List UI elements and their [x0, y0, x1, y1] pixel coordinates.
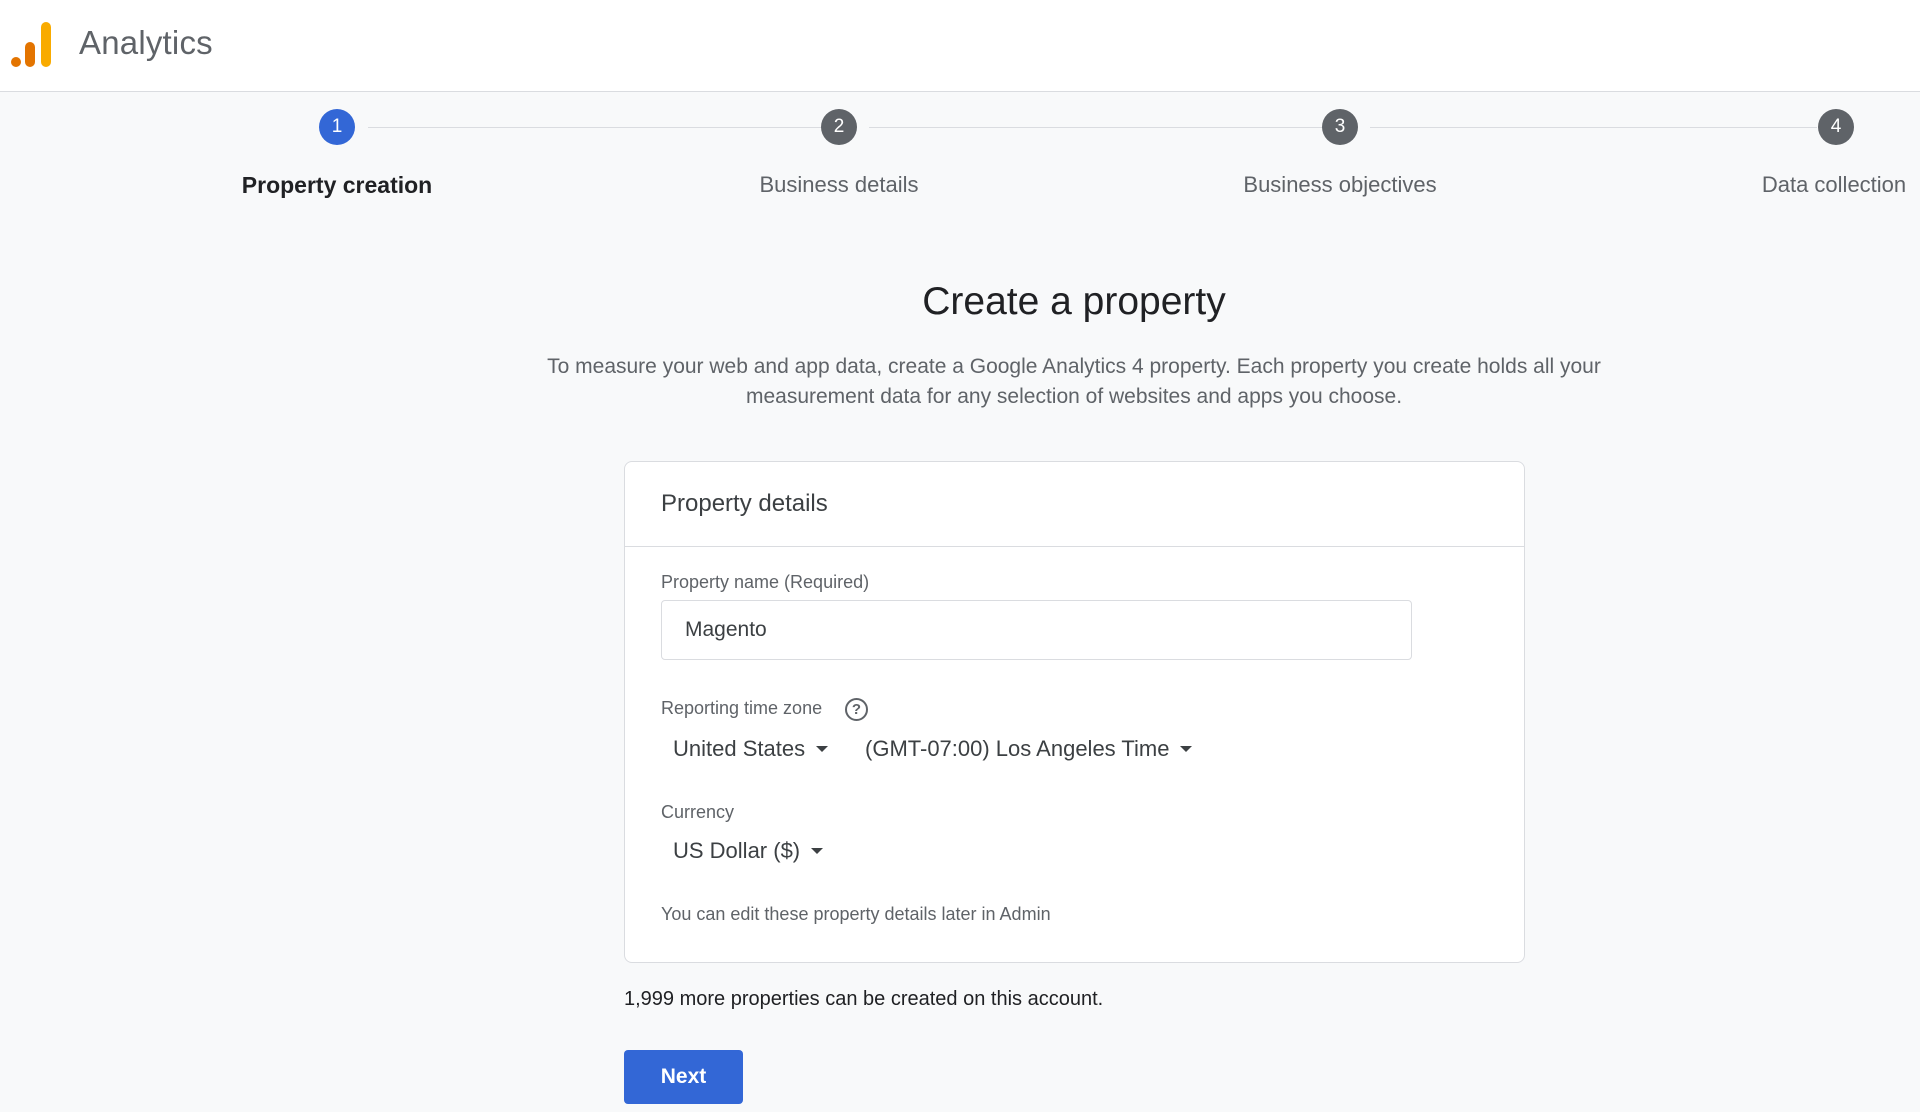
property-quota-note: 1,999 more properties can be created on …	[624, 988, 1104, 1010]
step-connector	[1370, 127, 1817, 128]
property-details-card: Property details Property name (Required…	[624, 461, 1525, 963]
step-3-label: Business objectives	[1243, 172, 1437, 197]
app-title: Analytics	[79, 24, 213, 61]
step-2-label: Business details	[759, 172, 919, 197]
currency-value: US Dollar ($)	[673, 838, 801, 863]
analytics-logo-icon[interactable]	[11, 22, 53, 68]
step-4-indicator: 4	[1818, 109, 1854, 145]
step-connector	[869, 127, 1323, 128]
currency-dropdown[interactable]: US Dollar ($)	[673, 833, 824, 869]
step-3-indicator: 3	[1322, 109, 1358, 145]
setup-stepper: 1 2 3 4 Property creation Business detai…	[0, 92, 1920, 222]
edit-later-note: You can edit these property details late…	[661, 904, 1051, 924]
caret-down-icon	[1180, 746, 1193, 752]
step-2-indicator: 2	[821, 109, 857, 145]
help-icon[interactable]: ?	[845, 698, 868, 721]
country-value: United States	[673, 736, 806, 761]
page-description: To measure your web and app data, create…	[547, 355, 1601, 408]
step-4-label: Data collection	[1761, 172, 1907, 197]
card-heading: Property details	[625, 462, 1524, 547]
currency-label: Currency	[661, 802, 735, 822]
top-app-bar: Analytics	[0, 0, 1920, 92]
time-zone-label: Reporting time zone	[661, 698, 823, 718]
caret-down-icon	[811, 848, 824, 854]
next-button[interactable]: Next	[624, 1050, 743, 1104]
step-1-label: Property creation	[241, 172, 433, 198]
country-dropdown[interactable]: United States	[673, 731, 829, 767]
page-title: Create a property	[922, 280, 1226, 323]
caret-down-icon	[816, 746, 829, 752]
time-zone-dropdown[interactable]: (GMT-07:00) Los Angeles Time	[865, 731, 1193, 767]
time-zone-value: (GMT-07:00) Los Angeles Time	[865, 736, 1170, 761]
step-connector	[368, 127, 822, 128]
property-name-label: Property name (Required)	[661, 572, 870, 592]
property-name-input[interactable]	[661, 600, 1412, 660]
step-1-indicator: 1	[319, 109, 355, 145]
